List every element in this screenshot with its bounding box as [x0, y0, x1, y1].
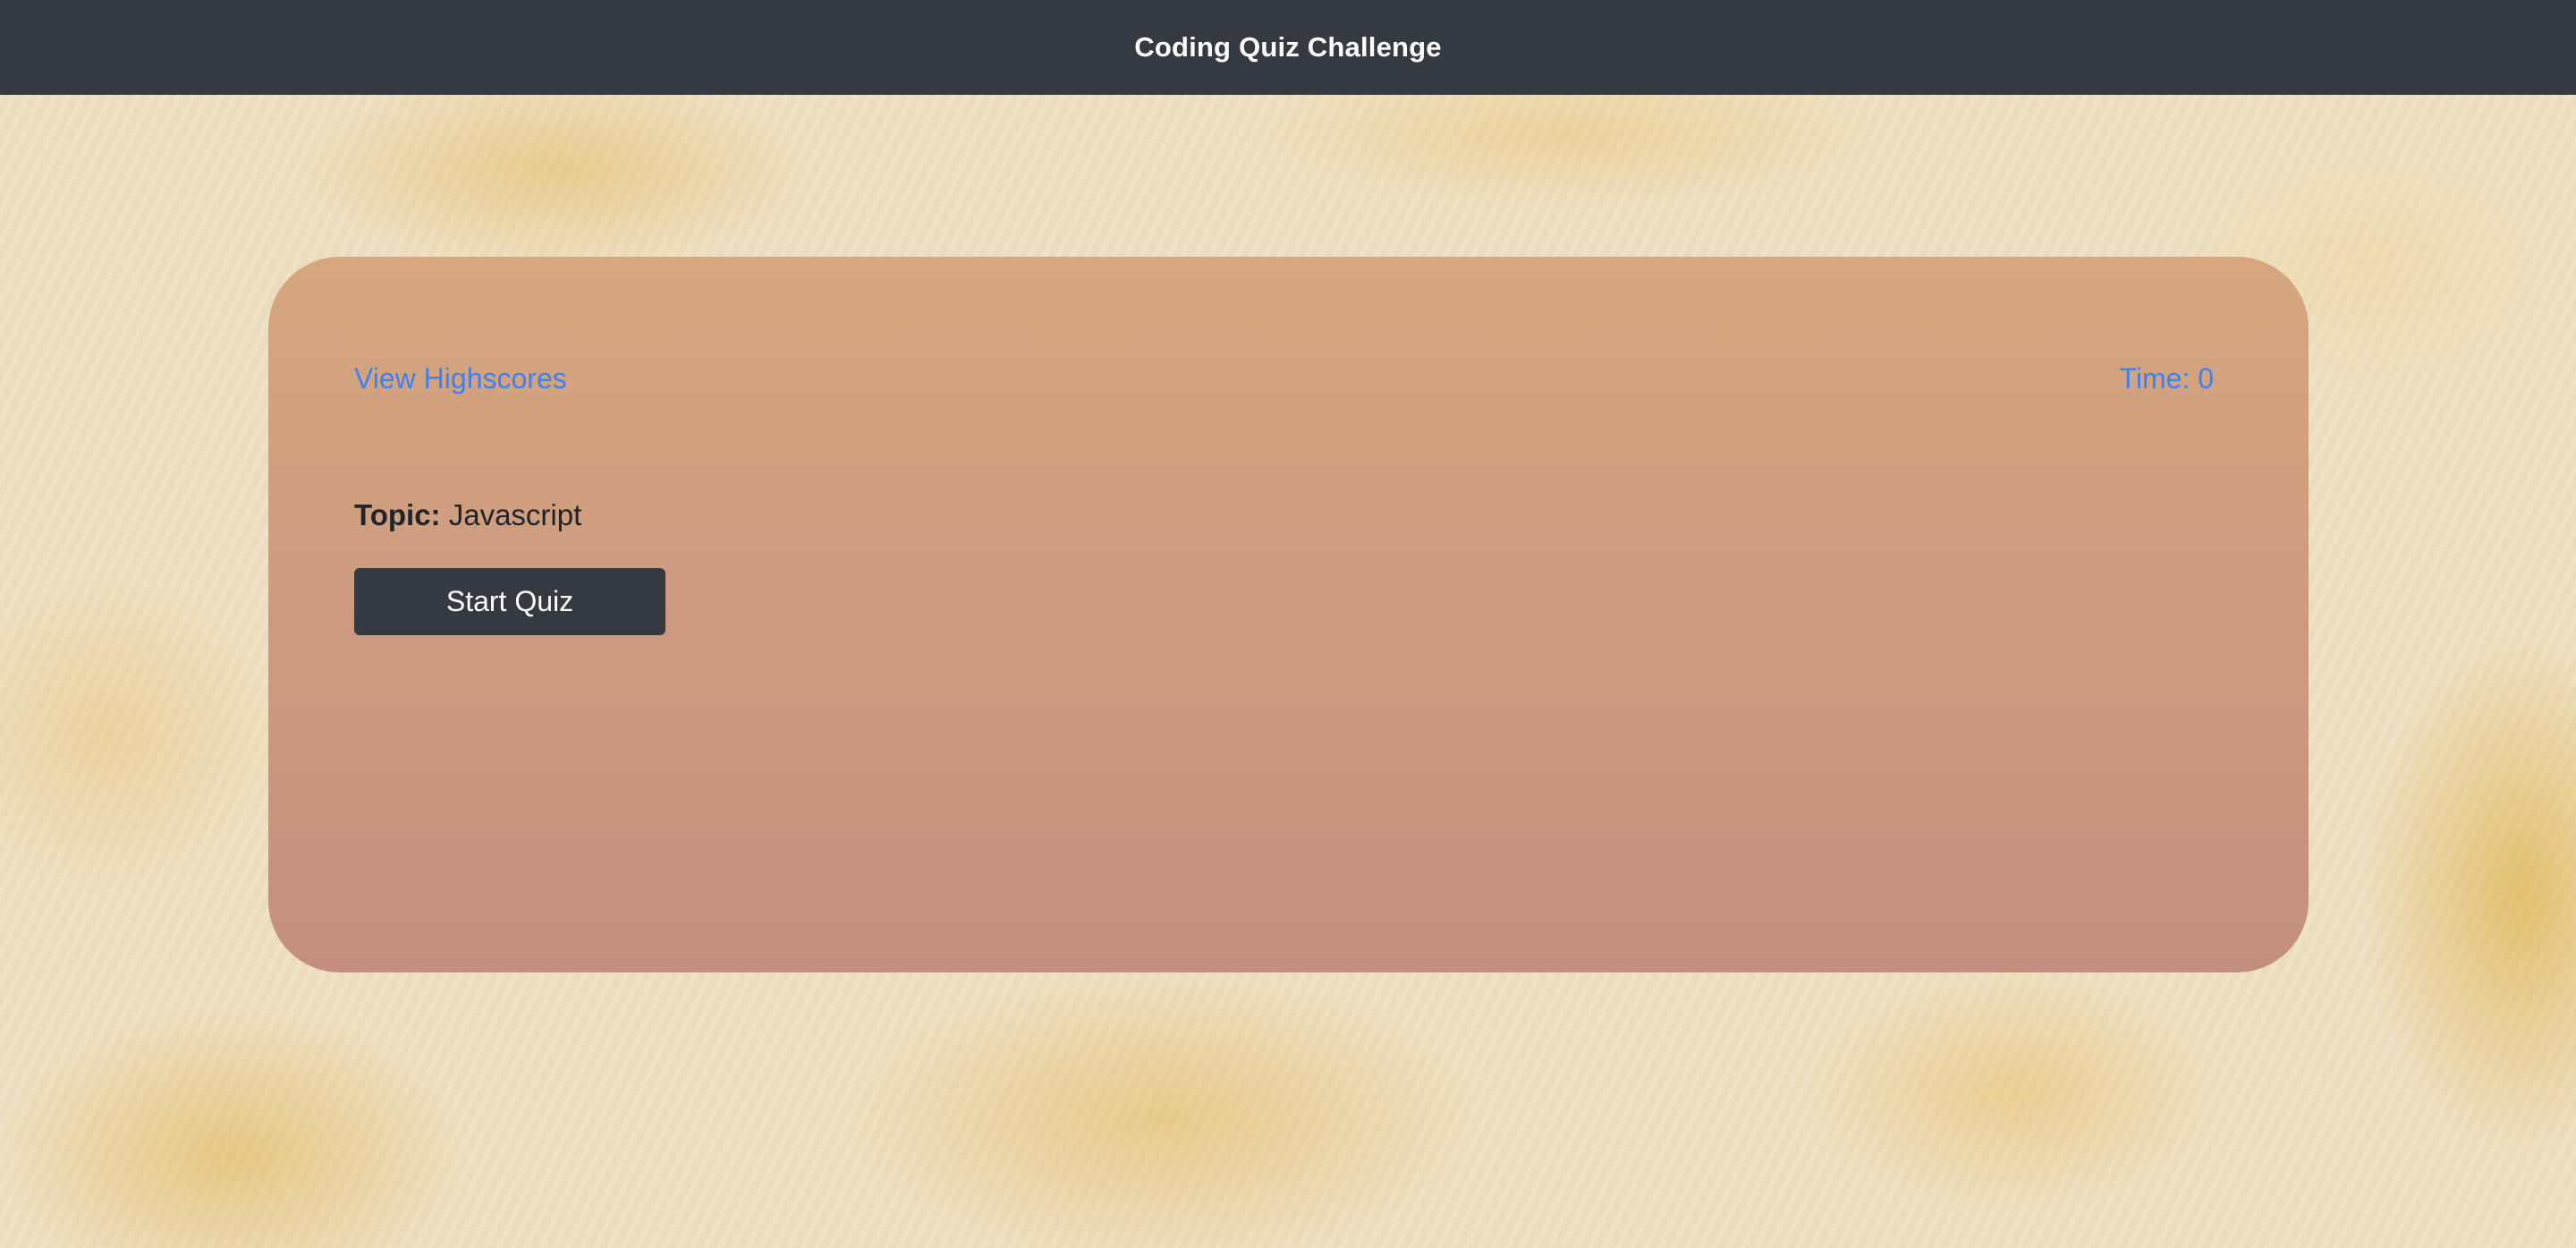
header-bar: Coding Quiz Challenge — [0, 0, 2576, 95]
app-title: Coding Quiz Challenge — [1134, 31, 1442, 63]
topic-label: Topic: — [354, 498, 441, 531]
timer-display: Time: 0 — [2119, 362, 2215, 395]
start-quiz-button[interactable]: Start Quiz — [354, 568, 665, 635]
topic-value: Javascript — [448, 498, 582, 531]
view-highscores-link[interactable]: View Highscores — [354, 362, 567, 395]
quiz-card: View Highscores Time: 0 Topic: Javascrip… — [268, 257, 2309, 972]
topic-line: Topic: Javascript — [354, 498, 581, 532]
